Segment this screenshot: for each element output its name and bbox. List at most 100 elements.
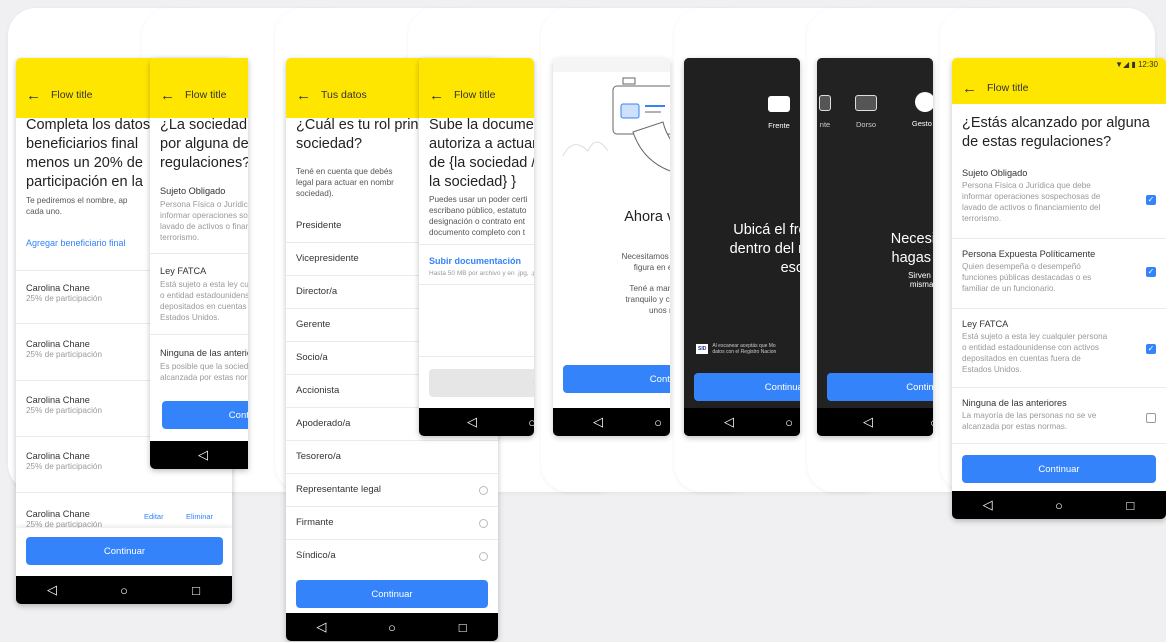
back-nav-icon[interactable]: ◁ xyxy=(457,414,487,430)
home-nav-icon[interactable]: ○ xyxy=(919,415,933,430)
title-line: de estas regulaciones? xyxy=(962,134,1112,150)
option-desc: Estados Unidos. xyxy=(160,313,220,322)
option-desc: Está sujeto a esta ley cualq xyxy=(160,280,248,289)
title-line: Necesitamo xyxy=(890,231,933,247)
option-title: Ley FATCA xyxy=(160,266,207,276)
step-label: nte xyxy=(819,120,831,129)
checkbox-checked-icon[interactable]: ✓ xyxy=(1146,195,1156,205)
back-nav-icon[interactable]: ◁ xyxy=(583,414,613,430)
radio-button[interactable] xyxy=(479,519,488,528)
back-arrow-icon[interactable]: ← xyxy=(429,87,444,104)
desc-line: Tené a mano tu DNI y xyxy=(629,284,670,293)
screen-upload-document: ← Flow title Sube la document autoriza a… xyxy=(419,58,534,436)
recent-apps-icon[interactable]: □ xyxy=(448,620,478,635)
option-desc: funciones públicas destacadas o es xyxy=(962,273,1092,282)
divider xyxy=(952,443,1166,444)
id-front-icon xyxy=(768,96,790,112)
id-back-icon xyxy=(855,95,877,111)
continue-button[interactable]: Continuar xyxy=(694,373,800,401)
option-item[interactable]: Ley FATCA Está sujeto a esta ley cualq o… xyxy=(160,266,248,323)
back-arrow-icon[interactable]: ← xyxy=(160,87,175,104)
back-nav-icon[interactable]: ◁ xyxy=(973,497,1003,513)
home-nav-icon[interactable]: ○ xyxy=(774,415,800,430)
page-title: ¿La sociedad está por alguna de esta reg… xyxy=(160,116,248,173)
checkbox-checked-icon[interactable]: ✓ xyxy=(1146,267,1156,277)
home-nav-icon[interactable]: ○ xyxy=(1044,498,1074,513)
option-title: Ninguna de las anteriores xyxy=(962,398,1067,408)
role-option[interactable]: Presidente xyxy=(296,220,341,231)
back-nav-icon[interactable]: ◁ xyxy=(37,582,67,598)
back-nav-icon[interactable]: ◁ xyxy=(306,619,336,635)
edit-link[interactable]: Editar xyxy=(144,512,164,521)
option-desc: Es posible que la sociedad xyxy=(160,362,248,371)
checkbox-checked-icon[interactable]: ✓ xyxy=(1146,344,1156,354)
continue-button[interactable]: Continuar xyxy=(162,401,248,429)
app-bar-title: Flow title xyxy=(51,89,93,101)
role-option[interactable]: Firmante xyxy=(296,517,333,528)
checkbox-unchecked-icon[interactable] xyxy=(1146,413,1156,423)
back-arrow-icon[interactable]: ← xyxy=(296,87,311,104)
desc-line: Tené en cuenta que debés xyxy=(296,167,393,176)
upload-link[interactable]: Subir documentación xyxy=(429,256,534,266)
desc-line: figura en el poder d xyxy=(633,263,670,272)
role-option[interactable]: Accionista xyxy=(296,385,339,396)
step-label: Gesto 1 xyxy=(911,119,933,128)
option-item[interactable]: Sujeto Obligado Persona Física o Jurídic… xyxy=(160,186,248,243)
home-nav-icon[interactable]: ○ xyxy=(377,620,407,635)
role-option[interactable]: Vicepresidente xyxy=(296,253,359,264)
app-bar: ▼◢ ▮ 12:30 ← Flow title xyxy=(952,58,1166,104)
role-option[interactable]: Síndico/a xyxy=(296,550,336,561)
title-line: ¿Estás alcanzado por alguna xyxy=(962,115,1150,131)
divider xyxy=(419,356,534,357)
legal-notice: SID Al escanear aceptás que Mo datos con… xyxy=(696,343,776,355)
divider xyxy=(952,238,1166,239)
recent-apps-icon[interactable]: □ xyxy=(1115,498,1145,513)
regulation-option[interactable]: Persona Expuesta Políticamente Quien des… xyxy=(962,249,1158,294)
regulation-option[interactable]: Ninguna de las anteriores La mayoría de … xyxy=(962,398,1158,432)
home-nav-icon[interactable]: ○ xyxy=(643,415,670,430)
role-option[interactable]: Apoderado/a xyxy=(296,418,350,429)
title-line: de {la sociedad / { xyxy=(429,155,534,171)
recent-apps-icon[interactable]: □ xyxy=(181,583,211,598)
step-label: Dorso xyxy=(855,120,876,129)
desc-line: Sirven para confirma xyxy=(908,271,933,280)
back-arrow-icon[interactable]: ← xyxy=(962,80,977,97)
option-desc: alcanzada por estas normas. xyxy=(962,422,1068,431)
back-nav-icon[interactable]: ◁ xyxy=(853,414,883,430)
continue-button[interactable]: Continu xyxy=(429,369,534,397)
option-desc: Persona Física o Jurídica que debe xyxy=(962,181,1091,190)
regulation-option[interactable]: Ley FATCA Está sujeto a esta ley cualqui… xyxy=(962,319,1158,375)
role-option[interactable]: Representante legal xyxy=(296,484,381,495)
android-nav-bar: ◁ ○ xyxy=(684,408,800,436)
role-option[interactable]: Socio/a xyxy=(296,352,328,363)
app-bar-title: Tus datos xyxy=(321,89,367,101)
id-front-icon xyxy=(819,95,831,111)
title-line: identid xyxy=(589,227,671,246)
radio-button[interactable] xyxy=(479,552,488,561)
delete-link[interactable]: Eliminar xyxy=(186,512,213,521)
desc-line: unos minut xyxy=(648,306,670,315)
role-option[interactable]: Gerente xyxy=(296,319,330,330)
continue-button[interactable]: Continuar xyxy=(26,537,223,565)
option-item[interactable]: Ninguna de las anteriores Es posible que… xyxy=(160,348,248,383)
continue-button[interactable]: Continu xyxy=(827,373,933,401)
radio-button[interactable] xyxy=(479,486,488,495)
sid-logo: SID xyxy=(696,344,709,354)
role-option[interactable]: Director/a xyxy=(296,286,337,297)
back-arrow-icon[interactable]: ← xyxy=(26,87,41,104)
back-nav-icon[interactable]: ◁ xyxy=(714,414,744,430)
home-nav-icon[interactable]: ○ xyxy=(109,583,139,598)
role-option[interactable]: Tesorero/a xyxy=(296,451,341,462)
option-title: Sujeto Obligado xyxy=(160,186,226,196)
continue-button[interactable]: Continuar xyxy=(296,580,488,608)
home-nav-icon[interactable]: ○ xyxy=(517,415,534,430)
screen-regulations: ▼◢ ▮ 12:30 ← Flow title ¿Estás alcanzado… xyxy=(952,58,1166,519)
desc-line: sociedad). xyxy=(296,189,334,198)
regulation-option[interactable]: Sujeto Obligado Persona Física o Jurídic… xyxy=(962,168,1158,224)
back-nav-icon[interactable]: ◁ xyxy=(188,447,218,463)
continue-button[interactable]: Continuar xyxy=(962,455,1156,483)
divider xyxy=(150,253,248,254)
face-icon xyxy=(915,92,933,112)
app-bar-title: Flow title xyxy=(454,89,496,101)
continue-button[interactable]: Continuar xyxy=(563,365,670,393)
